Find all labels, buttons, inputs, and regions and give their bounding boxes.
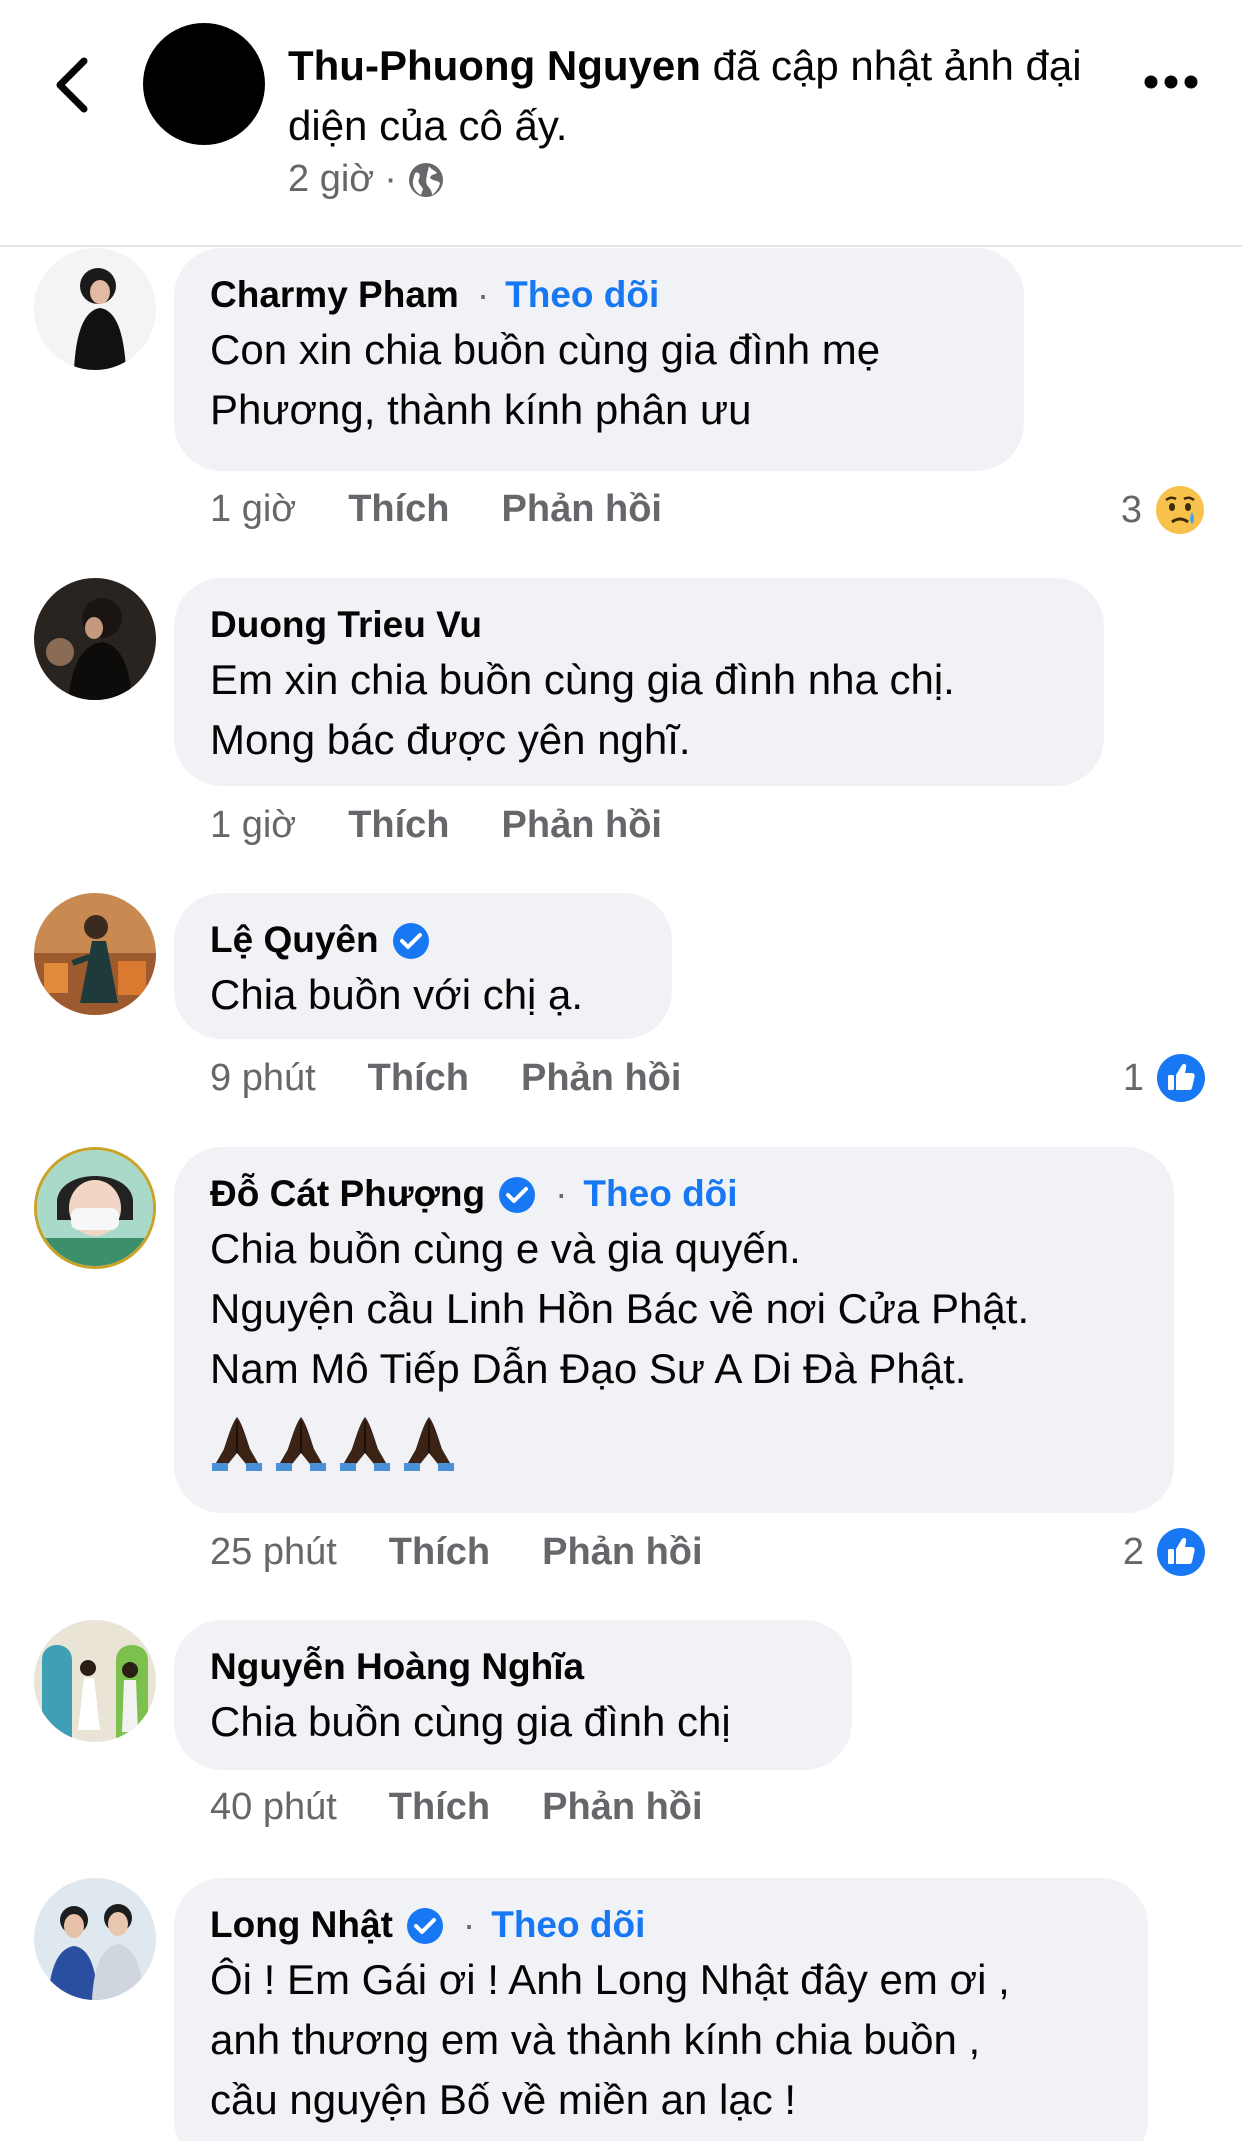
- commenter-name[interactable]: Duong Trieu Vu: [210, 604, 482, 646]
- comment-time[interactable]: 9 phút: [210, 1057, 316, 1100]
- comment-line: Chia buồn với chị ạ.: [210, 971, 584, 1018]
- avatar[interactable]: [34, 248, 156, 370]
- comment-actions: 25 phút Thích Phản hồi: [210, 1531, 703, 1574]
- comment-line: Phương, thành kính phân ưu: [210, 386, 752, 433]
- follow-link[interactable]: Theo dõi: [491, 1904, 645, 1946]
- reply-button[interactable]: Phản hồi: [542, 1786, 702, 1829]
- comment-line: Nam Mô Tiếp Dẫn Đạo Sư A Di Đà Phật.: [210, 1345, 967, 1392]
- post-header: Thu-Phuong Nguyen đã cập nhật ảnh đại di…: [0, 0, 1242, 247]
- comment-bubble[interactable]: Long Nhật · Theo dõi Ôi ! Em Gái ơi ! An…: [174, 1878, 1148, 2141]
- comment-bubble[interactable]: Duong Trieu Vu Em xin chia buồn cùng gia…: [174, 578, 1104, 786]
- avatar-photo: [34, 1878, 156, 2000]
- reaction-count: 1: [1122, 1056, 1144, 1099]
- commenter-name[interactable]: Nguyễn Hoàng Nghĩa: [210, 1646, 584, 1688]
- avatar-photo: [34, 248, 156, 370]
- comment-bubble[interactable]: Nguyễn Hoàng Nghĩa Chia buồn cùng gia đì…: [174, 1620, 852, 1770]
- comment-text: Chia buồn với chị ạ.: [210, 961, 636, 1025]
- comment-line: Chia buồn cùng gia đình chị: [210, 1698, 731, 1745]
- comment-line: Con xin chia buồn cùng gia đình mẹ: [210, 326, 881, 373]
- post-time[interactable]: 2 giờ: [288, 158, 374, 201]
- comment-text: Chia buồn cùng e và gia quyến. Nguyện cầ…: [210, 1215, 1138, 1399]
- comment-text: Em xin chia buồn cùng gia đình nha chị. …: [210, 646, 1068, 770]
- separator-dot: ·: [476, 274, 490, 315]
- reaction-count: 3: [1120, 488, 1142, 531]
- separator-dot: ·: [555, 1173, 568, 1214]
- more-options-button[interactable]: [1138, 60, 1204, 104]
- reply-button[interactable]: Phản hồi: [502, 804, 662, 847]
- separator-dot: ·: [462, 1904, 476, 1945]
- avatar[interactable]: [34, 1147, 156, 1269]
- avatar-photo: [34, 578, 156, 700]
- reply-button[interactable]: Phản hồi: [542, 1531, 702, 1574]
- comment-time[interactable]: 25 phút: [210, 1531, 337, 1574]
- more-horizontal-icon: [1144, 75, 1198, 89]
- back-button[interactable]: [44, 50, 100, 120]
- verified-badge-icon: [392, 923, 429, 959]
- avatar[interactable]: [34, 1620, 156, 1742]
- like-button[interactable]: Thích: [389, 1786, 490, 1829]
- meta-separator: ·: [384, 158, 397, 200]
- comment-actions: 9 phút Thích Phản hồi: [210, 1057, 681, 1100]
- comment-actions: 40 phút Thích Phản hồi: [210, 1786, 703, 1829]
- commenter-name[interactable]: Lệ Quyên: [210, 919, 379, 961]
- sad-reaction-icon: [1156, 486, 1204, 534]
- comment-actions: 1 giờ Thích Phản hồi: [210, 488, 662, 531]
- commenter-name[interactable]: Long Nhật: [210, 1904, 393, 1946]
- verified-badge-icon: [406, 1908, 443, 1944]
- comment-text: Con xin chia buồn cùng gia đình mẹ Phươn…: [210, 316, 988, 440]
- folded-hands-icon: [404, 1417, 454, 1471]
- avatar-photo: [34, 1620, 156, 1742]
- post-title: Thu-Phuong Nguyen đã cập nhật ảnh đại di…: [288, 36, 1088, 156]
- reply-button[interactable]: Phản hồi: [502, 488, 662, 531]
- avatar[interactable]: [34, 578, 156, 700]
- reply-button[interactable]: Phản hồi: [521, 1057, 681, 1100]
- reaction-summary[interactable]: 2: [1123, 1527, 1206, 1577]
- folded-hands-icon: [276, 1417, 326, 1471]
- folded-hands-icon: [212, 1417, 262, 1471]
- follow-link[interactable]: Theo dõi: [505, 274, 659, 316]
- chevron-left-icon: [56, 57, 88, 113]
- comment-time[interactable]: 1 giờ: [210, 488, 296, 531]
- commenter-name[interactable]: Đỗ Cát Phượng: [210, 1173, 485, 1215]
- comment-bubble[interactable]: Charmy Pham · Theo dõi Con xin chia buồn…: [174, 248, 1024, 471]
- avatar-photo: [34, 893, 156, 1015]
- comment-bubble[interactable]: Lệ Quyên Chia buồn với chị ạ.: [174, 893, 672, 1039]
- comment-time[interactable]: 40 phút: [210, 1786, 337, 1829]
- comment-text: Ôi ! Em Gái ơi ! Anh Long Nhật đây em ơi…: [210, 1946, 1112, 2130]
- comment-text: Chia buồn cùng gia đình chị: [210, 1688, 816, 1752]
- comment-line: cầu nguyện Bố về miền an lạc !: [210, 2076, 797, 2123]
- verified-badge-icon: [499, 1177, 536, 1213]
- author-avatar[interactable]: [143, 23, 265, 145]
- like-button[interactable]: Thích: [368, 1057, 469, 1100]
- author-name[interactable]: Thu-Phuong Nguyen: [288, 42, 701, 89]
- like-button[interactable]: Thích: [389, 1531, 490, 1574]
- follow-link[interactable]: Theo dõi: [583, 1173, 737, 1215]
- comment-actions: 1 giờ Thích Phản hồi: [210, 804, 662, 847]
- like-reaction-icon: [1157, 1054, 1205, 1102]
- comment-bubble[interactable]: Đỗ Cát Phượng · Theo dõi Chia buồn cùng …: [174, 1147, 1174, 1513]
- comment-line: Chia buồn cùng e và gia quyến.: [210, 1225, 801, 1272]
- folded-hands-icon: [340, 1417, 390, 1471]
- post-meta: 2 giờ ·: [288, 158, 445, 201]
- commenter-name[interactable]: Charmy Pham: [210, 274, 459, 316]
- comment-time[interactable]: 1 giờ: [210, 804, 296, 847]
- emoji-row: [210, 1399, 1138, 1471]
- reaction-summary[interactable]: 3: [1121, 484, 1206, 536]
- comment-line: Em xin chia buồn cùng gia đình nha chị.: [210, 656, 955, 703]
- reaction-summary[interactable]: 1: [1123, 1053, 1206, 1103]
- reaction-count: 2: [1122, 1530, 1144, 1573]
- globe-icon: [408, 162, 443, 197]
- avatar-photo: [37, 1150, 153, 1266]
- avatar[interactable]: [34, 893, 156, 1015]
- comment-line: Nguyện cầu Linh Hồn Bác về nơi Cửa Phật.: [210, 1285, 1030, 1332]
- comment-line: Ôi ! Em Gái ơi ! Anh Long Nhật đây em ơi…: [210, 1956, 1010, 2003]
- like-reaction-icon: [1157, 1528, 1205, 1576]
- like-button[interactable]: Thích: [348, 804, 449, 847]
- comment-line: anh thương em và thành kính chia buồn ,: [210, 2016, 981, 2063]
- comment-line: Mong bác được yên nghĩ.: [210, 716, 691, 763]
- avatar[interactable]: [34, 1878, 156, 2000]
- like-button[interactable]: Thích: [348, 488, 449, 531]
